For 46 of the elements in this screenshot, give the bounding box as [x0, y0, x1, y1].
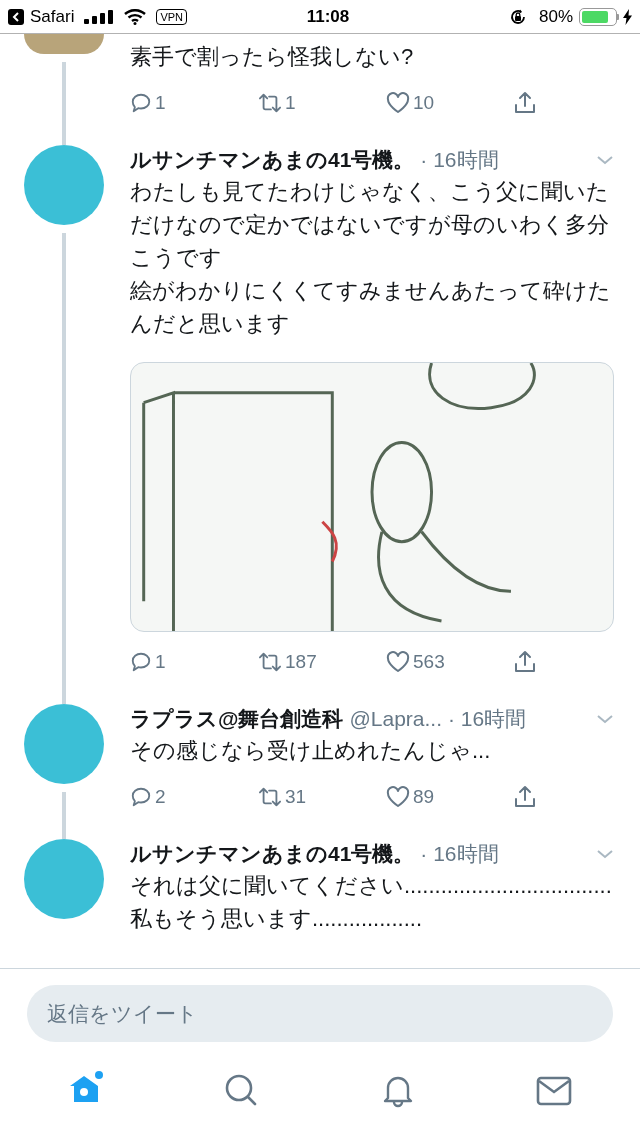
author-name[interactable]: ラプラス@舞台創造科: [130, 704, 344, 734]
timestamp: · 16時間: [420, 147, 499, 173]
author-handle: @Lapra...: [349, 706, 442, 732]
share-icon[interactable]: [514, 650, 536, 674]
author-name[interactable]: ルサンチマンあまの41号機。: [130, 145, 415, 175]
vpn-indicator: VPN: [156, 8, 188, 25]
heart-icon: [386, 92, 410, 114]
retweet-button[interactable]: 1: [258, 88, 386, 118]
retweet-icon: [258, 651, 282, 673]
signal-icon: [84, 9, 115, 24]
tweet-text: その感じなら受け止めれたんじゃ...: [130, 737, 492, 765]
speech-bubble-icon: [130, 92, 152, 114]
reply-button[interactable]: 2: [130, 782, 258, 812]
like-button[interactable]: 89: [386, 782, 514, 812]
battery-percentage: 80%: [538, 5, 573, 28]
clock: 11:08: [305, 5, 351, 28]
timestamp: · 16時間: [448, 706, 527, 732]
rotation-lock-icon: [508, 7, 527, 26]
chevron-down-icon[interactable]: [596, 154, 614, 166]
tweet-text: 絵がわかりにくくてすみませんあたって砕けたんだと思います: [130, 277, 612, 338]
reply-input-field[interactable]: 返信をツイート: [27, 985, 613, 1042]
tweet-text: 素手で割ったら怪我しない?: [130, 43, 415, 71]
speech-bubble-icon: [130, 651, 152, 673]
share-icon[interactable]: [514, 785, 536, 809]
like-button[interactable]: 563: [386, 647, 514, 677]
chevron-down-icon[interactable]: [596, 848, 614, 860]
heart-icon: [386, 651, 410, 673]
speech-bubble-icon: [130, 786, 152, 808]
tweet-text: わたしも見てたわけじゃなく、こう父に聞いただけなので定かではないですが母のいわく多分こうです: [130, 178, 610, 272]
heart-icon: [386, 786, 410, 808]
wifi-icon: [124, 8, 147, 25]
retweet-icon: [258, 92, 282, 114]
author-name[interactable]: ルサンチマンあまの41号機。: [130, 839, 415, 869]
timestamp: · 16時間: [420, 841, 499, 867]
avatar[interactable]: [24, 34, 104, 54]
retweet-icon: [258, 786, 282, 808]
back-to-app-button[interactable]: Safari: [8, 3, 75, 30]
like-button[interactable]: 10: [386, 88, 514, 118]
reply-button[interactable]: 1: [130, 647, 258, 677]
reply-button[interactable]: 1: [130, 88, 258, 118]
tweet-text: それは父に聞いてください..................................私もそう思います..................: [130, 872, 613, 933]
share-icon[interactable]: [514, 91, 536, 115]
chevron-down-icon[interactable]: [596, 713, 614, 725]
retweet-button[interactable]: 187: [258, 647, 386, 677]
image-placeholder[interactable]: [130, 362, 614, 632]
retweet-button[interactable]: 31: [258, 782, 386, 812]
